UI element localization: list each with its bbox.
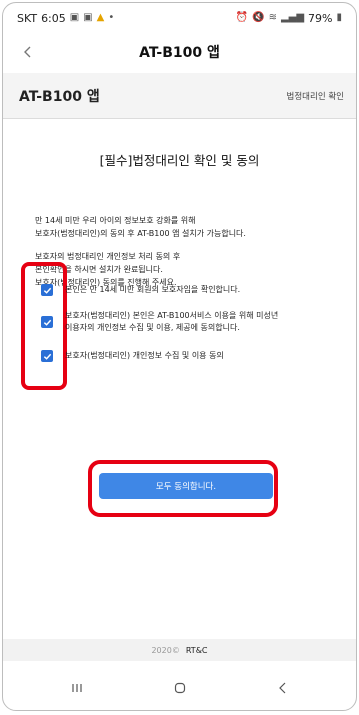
consent-label: 보호자(법정대리인) 개인정보 수집 및 이용 동의 xyxy=(65,351,224,360)
status-bar: SKT 6:05 ▣ ▣ ▲ • ⏰ 🔇 ≋ ▂▄▆ 79% ▮ xyxy=(3,3,356,33)
consent-content: [필수]법정대리인 확인 및 동의 만 14세 미만 우리 아이의 정보보호 강… xyxy=(3,120,356,638)
guide-line: 본인확인을 하시면 설치가 완료됩니다. xyxy=(35,265,163,274)
consent-row-collect[interactable]: 보호자(법정대리인) 개인정보 수집 및 이용 동의 xyxy=(41,350,224,362)
app-title: AT-B100 앱 xyxy=(139,45,220,61)
checkbox-guardian[interactable] xyxy=(41,284,53,296)
copyright-year: 2020© xyxy=(151,645,180,655)
recents-icon xyxy=(71,684,82,692)
checkmark-icon xyxy=(43,353,51,360)
intro-text: 만 14세 미만 우리 아이의 정보보호 강화를 위해 보호자(법정대리인)의 … xyxy=(35,214,335,240)
checkmark-icon xyxy=(43,287,51,294)
dot-icon: • xyxy=(108,12,115,23)
gallery-icon: ▣ xyxy=(83,12,93,23)
system-back-button[interactable] xyxy=(268,673,298,703)
chevron-left-icon xyxy=(24,46,31,58)
checkmark-icon xyxy=(43,319,51,326)
breadcrumb: 법정대리인 확인 xyxy=(286,91,344,102)
page-title: AT-B100 앱 xyxy=(19,88,100,105)
intro-line: 만 14세 미만 우리 아이의 정보보호 강화를 위해 xyxy=(35,216,196,225)
alarm-icon: ⏰ xyxy=(235,12,249,23)
footer: 2020© RT&C xyxy=(3,639,356,661)
back-icon xyxy=(278,682,285,694)
battery-percent: 79% xyxy=(308,11,333,25)
consent-row-guardian[interactable]: 본인은 만 14세 미만 회원의 보호자임을 확인합니다. xyxy=(41,284,240,296)
intro-line: 보호자(법정대리인)의 동의 후 AT-B100 앱 설치가 가능합니다. xyxy=(35,229,246,238)
app-bar: AT-B100 앱 xyxy=(3,33,356,71)
clock: 6:05 xyxy=(41,11,66,25)
back-button[interactable] xyxy=(17,41,39,63)
checkbox-provide[interactable] xyxy=(41,316,53,328)
wifi-icon: ≋ xyxy=(268,12,277,23)
gallery-icon: ▣ xyxy=(69,12,80,23)
agree-all-button[interactable]: 모두 동의합니다. xyxy=(99,473,273,499)
consent-heading: [필수]법정대리인 확인 및 동의 xyxy=(99,153,260,168)
battery-icon: ▮ xyxy=(336,12,342,23)
consent-row-provide[interactable]: 보호자(법정대리인) 본인은 AT-B100서비스 이용을 위해 미성년 이용자… xyxy=(41,310,278,334)
mute-icon: 🔇 xyxy=(252,12,265,23)
consent-label: 이용자의 개인정보 수집 및 이용, 제공에 동의합니다. xyxy=(65,323,240,332)
company-name: RT&C xyxy=(185,645,208,655)
consent-label: 보호자(법정대리인) 본인은 AT-B100서비스 이용을 위해 미성년 xyxy=(65,311,279,320)
checkbox-collect[interactable] xyxy=(41,350,53,362)
recents-button[interactable] xyxy=(62,673,92,703)
home-button[interactable] xyxy=(165,673,195,703)
consent-label: 본인은 만 14세 미만 회원의 보호자임을 확인합니다. xyxy=(65,285,241,294)
carrier-label: SKT xyxy=(17,11,38,25)
phone-frame: SKT 6:05 ▣ ▣ ▲ • ⏰ 🔇 ≋ ▂▄▆ 79% ▮ AT-B100… xyxy=(2,2,357,711)
page-header: AT-B100 앱 법정대리인 확인 xyxy=(3,73,356,119)
home-icon xyxy=(174,682,185,694)
system-nav-bar xyxy=(3,665,356,710)
warning-icon: ▲ xyxy=(96,12,105,23)
signal-icon: ▂▄▆ xyxy=(280,12,305,23)
guide-line: 보호자의 법정대리인 개인정보 처리 동의 후 xyxy=(35,252,181,261)
